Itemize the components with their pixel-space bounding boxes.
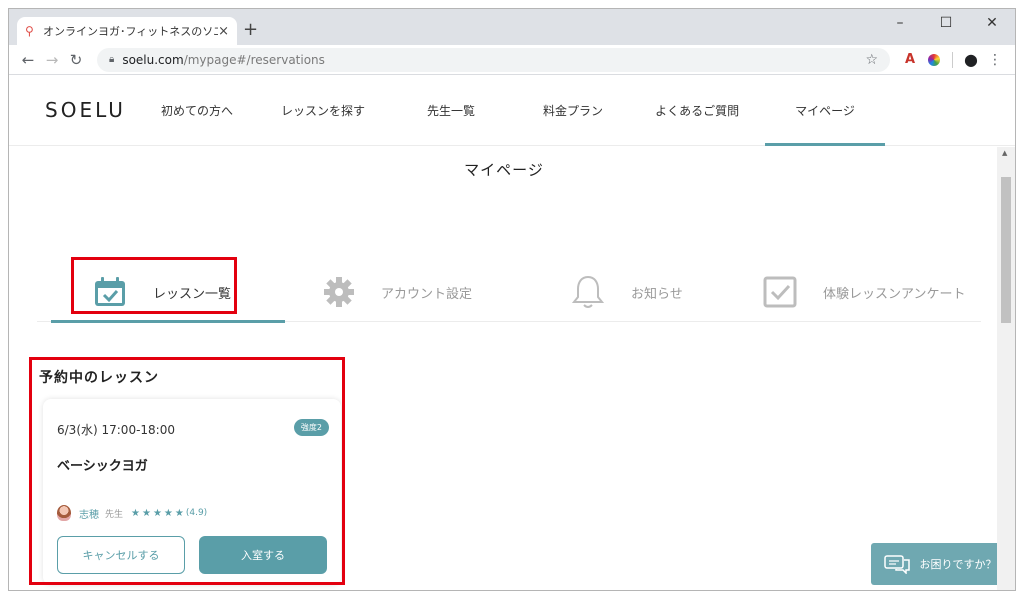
minimize-button[interactable]: – xyxy=(877,9,923,37)
checkbox-icon xyxy=(763,276,797,308)
nav-teachers[interactable]: 先生一覧 xyxy=(427,76,475,146)
page-scrollbar[interactable]: ▲ xyxy=(997,147,1015,590)
toolbar-separator xyxy=(952,51,953,68)
url-path: /mypage#/reservations xyxy=(183,52,325,67)
tab-account-settings[interactable]: アカウント設定 xyxy=(323,262,472,322)
tab-label: 体験レッスンアンケート xyxy=(823,286,966,302)
nav-pricing[interactable]: 料金プラン xyxy=(543,76,603,146)
nav-faq[interactable]: よくあるご質問 xyxy=(655,76,739,146)
tab-bar: ⚲ オンラインヨガ･フィットネスのソエル × + – ☐ ✕ xyxy=(9,9,1015,45)
close-tab-icon[interactable]: × xyxy=(218,24,229,39)
url-host: soelu.com xyxy=(122,52,184,67)
forward-icon[interactable]: → xyxy=(41,51,63,69)
favicon-icon: ⚲ xyxy=(25,24,34,38)
bookmark-star-icon[interactable]: ☆ xyxy=(865,52,878,68)
window-controls: – ☐ ✕ xyxy=(877,9,1015,37)
scroll-up-icon[interactable]: ▲ xyxy=(1002,149,1007,157)
profile-icon[interactable]: ● xyxy=(959,48,983,72)
address-bar: ← → ↻ 🔒︎ soelu.com/mypage#/reservations … xyxy=(9,45,1015,75)
bell-icon xyxy=(571,274,605,310)
tab-title: オンラインヨガ･フィットネスのソエル xyxy=(43,25,219,38)
maximize-button[interactable]: ☐ xyxy=(923,9,969,37)
new-tab-button[interactable]: + xyxy=(243,19,258,40)
menu-dots-icon[interactable]: ⋮ xyxy=(983,48,1007,72)
global-nav: 初めての方へ レッスンを探す 先生一覧 料金プラン よくあるご質問 マイページ xyxy=(161,76,885,146)
highlight-box-reservation xyxy=(29,357,345,585)
close-window-button[interactable]: ✕ xyxy=(969,9,1015,37)
help-button[interactable]: お困りですか？ xyxy=(871,543,1009,585)
lock-icon: 🔒︎ xyxy=(109,54,115,65)
gear-icon xyxy=(323,276,355,308)
browser-tab[interactable]: ⚲ オンラインヨガ･フィットネスのソエル × xyxy=(17,17,237,45)
nav-find-lessons[interactable]: レッスンを探す xyxy=(281,76,365,146)
site-header: SOELU 初めての方へ レッスンを探す 先生一覧 料金プラン よくあるご質問 … xyxy=(9,76,1015,146)
reload-icon[interactable]: ↻ xyxy=(65,51,87,69)
pdf-extension-icon[interactable]: A xyxy=(898,48,922,72)
color-extension-icon[interactable] xyxy=(928,53,940,66)
site-logo[interactable]: SOELU xyxy=(45,98,126,122)
tab-label: お知らせ xyxy=(631,286,683,302)
url-input[interactable]: 🔒︎ soelu.com/mypage#/reservations ☆ xyxy=(97,47,890,72)
help-label: お困りですか？ xyxy=(919,558,997,571)
nav-mypage[interactable]: マイページ xyxy=(765,76,885,146)
tab-label: アカウント設定 xyxy=(381,286,473,302)
page-title: マイページ xyxy=(464,161,544,179)
browser-window: ⚲ オンラインヨガ･フィットネスのソエル × + – ☐ ✕ ← → ↻ 🔒︎ … xyxy=(8,8,1016,591)
chat-icon xyxy=(883,554,910,574)
highlight-box-lesson-tab xyxy=(71,257,237,314)
tab-trial-survey[interactable]: 体験レッスンアンケート xyxy=(763,262,965,322)
nav-first-time[interactable]: 初めての方へ xyxy=(161,76,233,146)
main-content: マイページ レッスン一覧 アカウント設定 お知らせ 体験レッスンアンケート 予約… xyxy=(9,147,1009,590)
back-icon[interactable]: ← xyxy=(17,51,39,69)
scrollbar-thumb[interactable] xyxy=(1001,177,1011,323)
tab-notifications[interactable]: お知らせ xyxy=(571,262,683,322)
